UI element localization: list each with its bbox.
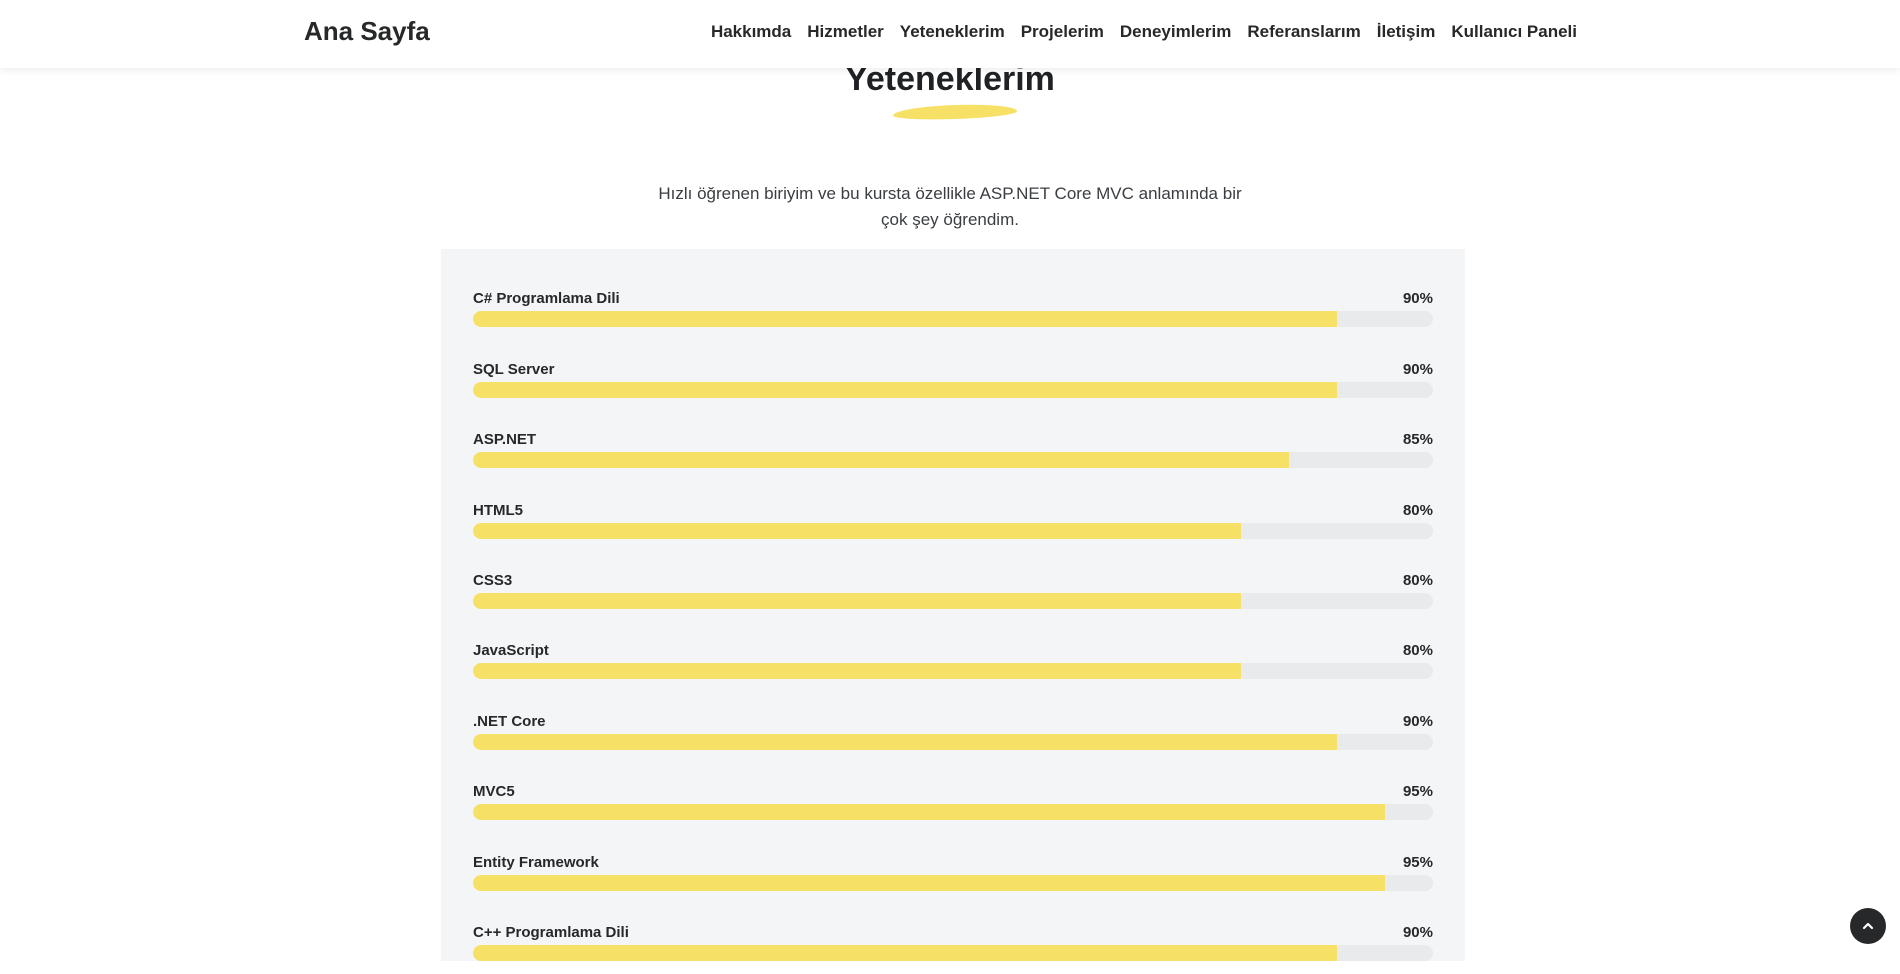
section-description: Hızlı öğrenen biriyim ve bu kursta özell… — [658, 184, 1242, 229]
skill-value: 80% — [1402, 572, 1433, 589]
skill-item: CSS3 80% — [473, 572, 1433, 622]
back-to-top-button[interactable] — [1850, 908, 1886, 944]
progress-track — [473, 382, 1433, 398]
progress-track — [473, 663, 1433, 679]
skill-value: 90% — [1402, 361, 1433, 378]
skill-value: 90% — [1402, 713, 1433, 730]
nav-item-projelerim[interactable]: Projelerim — [1021, 22, 1104, 42]
skill-item: Entity Framework 95% — [473, 854, 1433, 904]
nav-item-yeteneklerim[interactable]: Yeteneklerim — [900, 22, 1005, 42]
skill-item: JavaScript 80% — [473, 642, 1433, 692]
navbar: Ana Sayfa Hakkımda Hizmetler Yetenekleri… — [0, 0, 1900, 68]
brand-link[interactable]: Ana Sayfa — [304, 16, 430, 47]
title-underline — [892, 102, 1018, 122]
skill-name: CSS3 — [473, 572, 513, 589]
nav-item-kullanici-paneli[interactable]: Kullanıcı Paneli — [1451, 22, 1577, 42]
progress-bar — [473, 734, 1337, 750]
progress-track — [473, 734, 1433, 750]
skill-name: C# Programlama Dili — [473, 290, 620, 307]
progress-track — [473, 523, 1433, 539]
skill-item: HTML5 80% — [473, 502, 1433, 552]
skill-name: ASP.NET — [473, 431, 537, 448]
nav-item-iletisim[interactable]: İletişim — [1377, 22, 1436, 42]
skill-item: .NET Core 90% — [473, 713, 1433, 763]
skill-value: 95% — [1402, 783, 1433, 800]
skill-name: JavaScript — [473, 642, 549, 659]
skill-value: 90% — [1402, 290, 1433, 307]
skill-value: 80% — [1402, 502, 1433, 519]
progress-bar — [473, 311, 1337, 327]
progress-bar — [473, 382, 1337, 398]
skill-name: SQL Server — [473, 361, 555, 378]
progress-bar — [473, 945, 1337, 961]
progress-bar — [473, 875, 1385, 891]
progress-bar — [473, 523, 1241, 539]
nav-menu: Hakkımda Hizmetler Yeteneklerim Projeler… — [711, 22, 1577, 42]
skill-item: SQL Server 90% — [473, 361, 1433, 411]
nav-item-hizmetler[interactable]: Hizmetler — [807, 22, 884, 42]
skill-item: C++ Programlama Dili 90% — [473, 924, 1433, 974]
progress-track — [473, 311, 1433, 327]
skill-item: MVC5 95% — [473, 783, 1433, 833]
skill-name: HTML5 — [473, 502, 523, 519]
progress-track — [473, 875, 1433, 891]
progress-bar — [473, 452, 1289, 468]
chevron-up-icon — [1862, 922, 1874, 930]
progress-bar — [473, 663, 1241, 679]
skill-item: ASP.NET 85% — [473, 431, 1433, 481]
skills-panel: C# Programlama Dili 90% SQL Server 90% A… — [441, 249, 1465, 961]
skill-value: 90% — [1402, 924, 1433, 941]
nav-item-deneyimlerim[interactable]: Deneyimlerim — [1120, 22, 1232, 42]
skill-item: C# Programlama Dili 90% — [473, 290, 1433, 340]
skill-value: 95% — [1402, 854, 1433, 871]
progress-track — [473, 593, 1433, 609]
skill-value: 85% — [1402, 431, 1433, 448]
progress-bar — [473, 804, 1385, 820]
nav-item-referanslarim[interactable]: Referanslarım — [1247, 22, 1360, 42]
progress-track — [473, 945, 1433, 961]
skill-name: .NET Core — [473, 713, 546, 730]
skill-name: MVC5 — [473, 783, 515, 800]
skill-value: 80% — [1402, 642, 1433, 659]
nav-item-hakkimda[interactable]: Hakkımda — [711, 22, 791, 42]
progress-bar — [473, 593, 1241, 609]
progress-track — [473, 452, 1433, 468]
skill-name: C++ Programlama Dili — [473, 924, 629, 941]
progress-track — [473, 804, 1433, 820]
skill-name: Entity Framework — [473, 854, 599, 871]
